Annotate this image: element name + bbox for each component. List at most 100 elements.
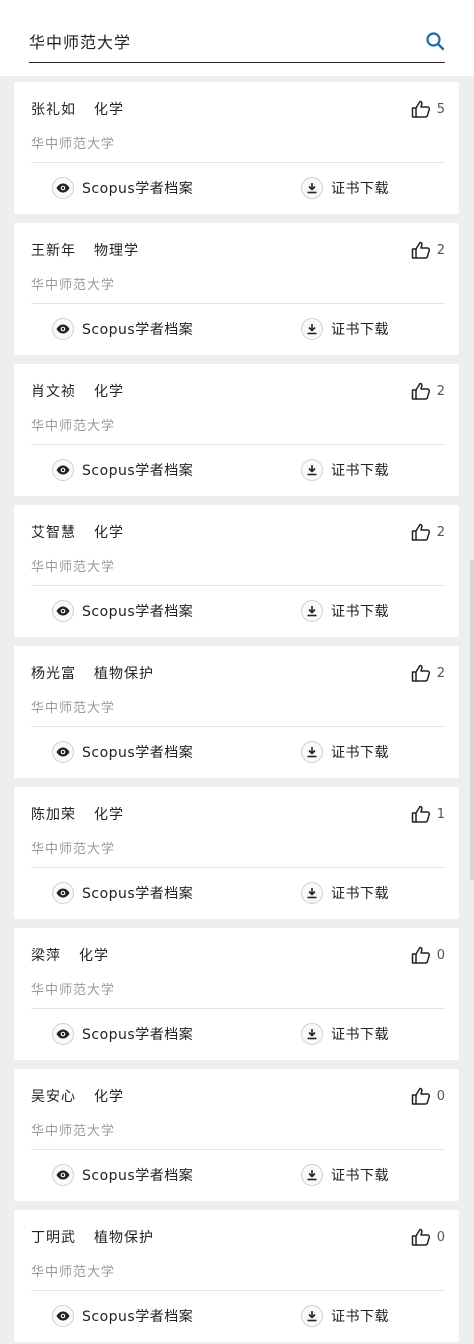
like-button[interactable]: 0 — [411, 1087, 445, 1105]
thumbs-up-icon — [411, 523, 430, 541]
scholar-major: 物理学 — [94, 243, 139, 259]
scholar-card: 王新年 物理学 2 华中师范大学 Scopus学者档案 证书下载 — [14, 223, 459, 355]
card-actions: Scopus学者档案 证书下载 — [14, 726, 459, 778]
thumbs-up-icon — [411, 664, 430, 682]
like-button[interactable]: 2 — [411, 523, 445, 541]
scopus-profile-label: Scopus学者档案 — [82, 322, 194, 338]
search-bar[interactable]: 华中师范大学 — [29, 22, 445, 63]
card-actions: Scopus学者档案 证书下载 — [14, 1149, 459, 1201]
certificate-download-button[interactable]: 证书下载 — [301, 1162, 389, 1188]
scholar-major: 化学 — [94, 384, 124, 400]
card-header: 肖文祯 化学 2 — [31, 379, 445, 403]
like-button[interactable]: 2 — [411, 382, 445, 400]
certificate-download-button[interactable]: 证书下载 — [301, 739, 389, 765]
thumbs-up-icon — [411, 100, 430, 118]
like-count: 0 — [436, 1229, 445, 1245]
like-button[interactable]: 0 — [411, 946, 445, 964]
like-count: 5 — [436, 101, 445, 117]
thumbs-up-icon — [411, 1228, 430, 1246]
thumbs-up-icon — [411, 241, 430, 259]
scholar-card: 杨光富 植物保护 2 华中师范大学 Scopus学者档案 证书下载 — [14, 646, 459, 778]
eye-icon — [56, 747, 70, 757]
certificate-download-label: 证书下载 — [331, 1027, 389, 1043]
scholar-major: 化学 — [94, 525, 124, 541]
scholar-affiliation: 华中师范大学 — [31, 1265, 116, 1280]
card-header: 丁明武 植物保护 0 — [31, 1225, 445, 1249]
like-button[interactable]: 5 — [411, 100, 445, 118]
scopus-profile-label: Scopus学者档案 — [82, 1309, 194, 1325]
certificate-download-button[interactable]: 证书下载 — [301, 175, 389, 201]
card-actions: Scopus学者档案 证书下载 — [14, 585, 459, 637]
certificate-download-button[interactable]: 证书下载 — [301, 1303, 389, 1329]
scopus-profile-button[interactable]: Scopus学者档案 — [52, 1021, 193, 1047]
download-icon — [307, 465, 317, 476]
scholar-affiliation: 华中师范大学 — [31, 137, 116, 152]
download-icon — [307, 324, 317, 335]
scholar-name: 丁明武 — [31, 1230, 76, 1246]
certificate-download-label: 证书下载 — [331, 745, 389, 761]
scholar-major: 化学 — [94, 807, 124, 823]
certificate-download-button[interactable]: 证书下载 — [301, 880, 389, 906]
like-button[interactable]: 2 — [411, 241, 445, 259]
scholar-affiliation: 华中师范大学 — [31, 1124, 116, 1139]
search-icon[interactable] — [425, 31, 445, 51]
like-button[interactable]: 1 — [411, 805, 445, 823]
download-icon — [307, 1311, 317, 1322]
scopus-profile-label: Scopus学者档案 — [82, 745, 194, 761]
certificate-download-button[interactable]: 证书下载 — [301, 1021, 389, 1047]
scholar-card: 丁明武 植物保护 0 华中师范大学 Scopus学者档案 证书下载 — [14, 1210, 459, 1342]
download-icon — [307, 1170, 317, 1181]
certificate-download-button[interactable]: 证书下载 — [301, 598, 389, 624]
eye-icon — [56, 465, 70, 475]
certificate-download-label: 证书下载 — [331, 322, 389, 338]
eye-icon — [56, 1029, 70, 1039]
scholar-name: 肖文祯 — [31, 384, 76, 400]
scopus-profile-button[interactable]: Scopus学者档案 — [52, 598, 193, 624]
scholar-major: 化学 — [94, 102, 124, 118]
certificate-download-label: 证书下载 — [331, 463, 389, 479]
thumbs-up-icon — [411, 382, 430, 400]
search-input[interactable]: 华中师范大学 — [29, 29, 131, 53]
scholar-major: 化学 — [79, 948, 109, 964]
certificate-download-label: 证书下载 — [331, 604, 389, 620]
card-header: 杨光富 植物保护 2 — [31, 661, 445, 685]
scrollbar[interactable] — [470, 560, 474, 880]
scholar-major: 植物保护 — [94, 1230, 154, 1246]
certificate-download-label: 证书下载 — [331, 886, 389, 902]
card-header: 张礼如 化学 5 — [31, 97, 445, 121]
card-actions: Scopus学者档案 证书下载 — [14, 444, 459, 496]
like-count: 2 — [436, 665, 445, 681]
scopus-profile-button[interactable]: Scopus学者档案 — [52, 880, 193, 906]
like-count: 0 — [436, 1088, 445, 1104]
card-header: 陈加荣 化学 1 — [31, 802, 445, 826]
card-actions: Scopus学者档案 证书下载 — [14, 1008, 459, 1060]
certificate-download-button[interactable]: 证书下载 — [301, 457, 389, 483]
download-icon — [307, 888, 317, 899]
thumbs-up-icon — [411, 1087, 430, 1105]
scholar-affiliation: 华中师范大学 — [31, 560, 116, 575]
scopus-profile-button[interactable]: Scopus学者档案 — [52, 1303, 193, 1329]
scopus-profile-button[interactable]: Scopus学者档案 — [52, 1162, 193, 1188]
scholar-name: 张礼如 — [31, 102, 76, 118]
like-button[interactable]: 2 — [411, 664, 445, 682]
certificate-download-button[interactable]: 证书下载 — [301, 316, 389, 342]
eye-icon — [56, 183, 70, 193]
scholar-major: 植物保护 — [94, 666, 154, 682]
scopus-profile-label: Scopus学者档案 — [82, 181, 194, 197]
scopus-profile-button[interactable]: Scopus学者档案 — [52, 316, 193, 342]
certificate-download-label: 证书下载 — [331, 1309, 389, 1325]
scopus-profile-button[interactable]: Scopus学者档案 — [52, 739, 193, 765]
eye-icon — [56, 606, 70, 616]
card-header: 梁萍 化学 0 — [31, 943, 445, 967]
like-button[interactable]: 0 — [411, 1228, 445, 1246]
scholar-card: 肖文祯 化学 2 华中师范大学 Scopus学者档案 证书下载 — [14, 364, 459, 496]
thumbs-up-icon — [411, 805, 430, 823]
card-actions: Scopus学者档案 证书下载 — [14, 1290, 459, 1342]
card-actions: Scopus学者档案 证书下载 — [14, 303, 459, 355]
like-count: 1 — [436, 806, 445, 822]
scopus-profile-button[interactable]: Scopus学者档案 — [52, 457, 193, 483]
scopus-profile-button[interactable]: Scopus学者档案 — [52, 175, 193, 201]
like-count: 2 — [436, 524, 445, 540]
eye-icon — [56, 1311, 70, 1321]
card-actions: Scopus学者档案 证书下载 — [14, 162, 459, 214]
